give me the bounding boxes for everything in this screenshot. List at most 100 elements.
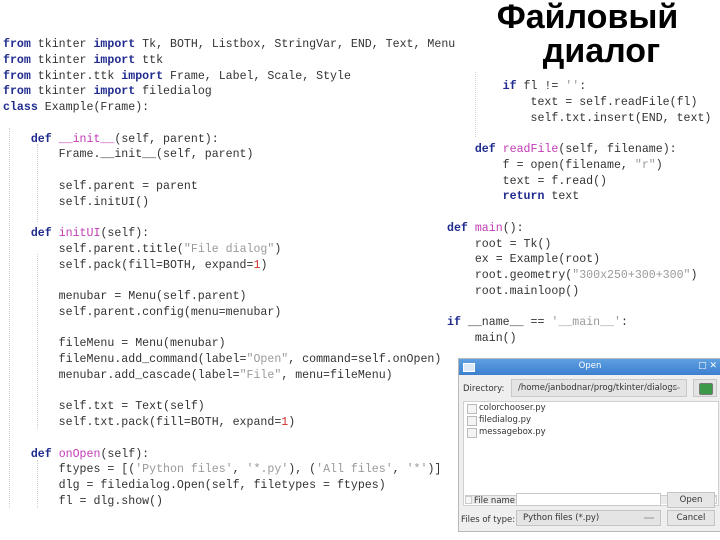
code-line: dlg = filedialog.Open(self, filetypes = … <box>3 478 458 494</box>
code-string: '*.py' <box>246 463 289 477</box>
code-string: "File" <box>239 368 282 382</box>
code-line: from tkinter.ttk import Frame, Label, Sc… <box>3 69 458 85</box>
code-text: self.txt.pack(fill=BOTH, expand= <box>3 416 282 429</box>
code-text: self.initUI() <box>3 195 150 209</box>
code-text: menubar = Menu(self.parent) <box>3 290 247 303</box>
file-item[interactable]: messagebox.py <box>464 427 718 438</box>
slide-title: Файловый диалог <box>470 0 705 68</box>
cancel-button[interactable]: Cancel <box>667 510 715 526</box>
file-name: filedialog.py <box>479 415 531 425</box>
code-line: return text <box>447 189 717 205</box>
code-text: dlg = filedialog.Open(self, filetypes = … <box>3 479 386 492</box>
code-text: fl = dlg.show() <box>3 494 164 508</box>
code-text: Tk, BOTH, Listbox, StringVar, END, Text,… <box>135 38 456 51</box>
code-text: ttk <box>135 53 164 67</box>
code-line: from tkinter import ttk <box>3 53 458 69</box>
code-keyword: def <box>447 221 468 235</box>
code-line: fileMenu.add_command(label="Open", comma… <box>3 352 458 368</box>
code-line: ex = Example(root) <box>447 252 717 268</box>
code-text: ) <box>690 269 698 282</box>
code-line: root.mainloop() <box>447 284 717 300</box>
code-text: text = self.readFile(fl) <box>447 95 698 109</box>
code-text: fl != <box>516 80 566 93</box>
code-line: from tkinter import Tk, BOTH, Listbox, S… <box>3 37 458 53</box>
code-line: Frame.__init__(self, parent) <box>3 147 458 163</box>
code-string: "r" <box>634 158 656 172</box>
code-line: menubar = Menu(self.parent) <box>3 289 458 305</box>
file-item[interactable]: filedialog.py <box>464 415 718 426</box>
code-text: root.mainloop() <box>447 284 580 298</box>
code-keyword: from <box>3 85 31 99</box>
code-line: fileMenu = Menu(menubar) <box>3 336 458 352</box>
file-name-input[interactable] <box>516 493 661 506</box>
code-line: class Example(Frame): <box>3 100 458 116</box>
code-text: text <box>544 190 580 204</box>
code-string: '*' <box>406 463 428 477</box>
file-icon <box>467 416 477 426</box>
code-keyword: import <box>93 85 136 99</box>
code-text: , <box>232 463 247 477</box>
directory-label: Directory: <box>463 384 505 394</box>
files-of-type-value: Python files (*.py) <box>523 513 600 523</box>
code-text: self.parent.title( <box>3 242 184 256</box>
code-keyword: def <box>30 227 52 240</box>
dialog-title: Open <box>578 361 602 371</box>
code-line: self.parent.config(menu=menubar) <box>3 305 458 321</box>
code-text: , <box>392 463 407 477</box>
code-function-name: initUI <box>58 227 101 240</box>
file-icon <box>467 404 477 414</box>
code-text: Frame, Label, Scale, Style <box>163 69 351 83</box>
code-line: self.parent.title("File dialog") <box>3 242 458 258</box>
window-buttons[interactable]: □ ✕ <box>698 361 717 371</box>
code-text: fileMenu.add_command(label= <box>3 353 247 366</box>
code-text: self.txt.insert(END, text) <box>447 111 712 125</box>
code-function-name: __init__ <box>58 132 115 146</box>
file-name-label: File name: <box>474 496 518 506</box>
scroll-left-icon[interactable] <box>465 496 472 504</box>
code-text: (self): <box>100 447 150 461</box>
code-line: from tkinter import filedialog <box>3 84 458 100</box>
code-text: ) <box>655 158 663 172</box>
code-keyword: return <box>502 190 545 204</box>
code-text: root = Tk() <box>447 237 552 251</box>
open-button[interactable]: Open <box>667 492 715 508</box>
code-text: filedialog <box>135 85 212 99</box>
code-string: 'All files' <box>316 463 393 477</box>
code-line: self.initUI() <box>3 195 458 211</box>
code-text: ) <box>260 258 268 272</box>
file-icon <box>467 428 477 438</box>
code-text: self.pack(fill=BOTH, expand= <box>3 258 254 272</box>
code-text: self.txt = Text(self) <box>3 400 205 414</box>
file-list[interactable]: colorchooser.py filedialog.py messagebox… <box>463 401 719 506</box>
files-of-type-combobox[interactable]: Python files (*.py) <box>516 510 661 526</box>
code-block-right: if fl != '': text = self.readFile(fl) se… <box>447 79 717 347</box>
code-text: , menu=fileMenu) <box>281 368 393 382</box>
dropdown-arrow-icon <box>670 387 680 389</box>
code-keyword: import <box>93 53 136 67</box>
folder-up-button[interactable] <box>693 379 717 397</box>
code-line: def readFile(self, filename): <box>447 142 717 158</box>
code-string: '' <box>565 80 580 93</box>
code-text: f = open(filename, <box>447 158 635 172</box>
code-text: tkinter.ttk <box>30 69 122 83</box>
dialog-titlebar[interactable]: Open □ ✕ <box>459 359 720 375</box>
code-text: : <box>620 316 628 330</box>
file-item[interactable]: colorchooser.py <box>464 403 718 414</box>
code-string: "Open" <box>246 353 289 366</box>
code-line: main() <box>447 331 717 347</box>
code-text: menubar.add_cascade(label= <box>3 368 240 382</box>
code-line: def main(): <box>447 221 717 237</box>
code-text: ) <box>274 242 282 256</box>
code-text: self.parent.config(menu=menubar) <box>3 305 282 319</box>
directory-combobox[interactable]: /home/janbodnar/prog/tkinter/dialogs <box>511 379 687 397</box>
